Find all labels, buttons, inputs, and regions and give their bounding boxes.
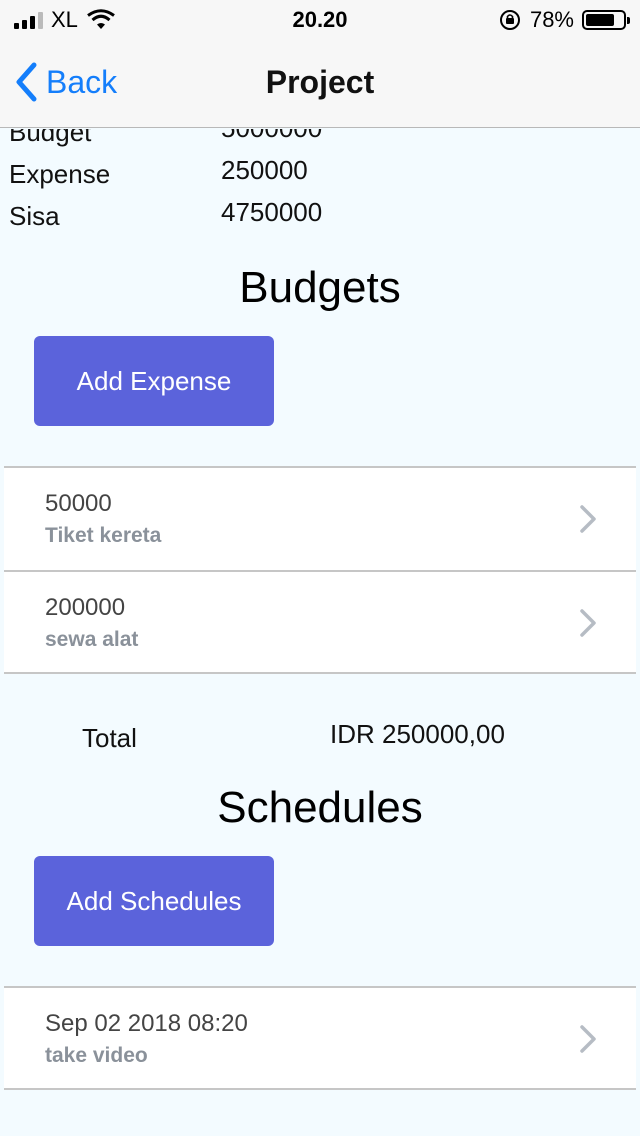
item-description: sewa alat bbox=[45, 628, 139, 651]
schedule-list: Sep 02 2018 08:20 take video bbox=[4, 986, 636, 1090]
back-label: Back bbox=[46, 63, 118, 100]
sisa-label: Sisa bbox=[9, 201, 60, 231]
sisa-value: 4750000 bbox=[221, 197, 323, 227]
battery-icon bbox=[582, 10, 630, 30]
chevron-left-icon bbox=[16, 62, 37, 102]
expense-value: 250000 bbox=[221, 155, 308, 185]
chevron-right-icon bbox=[580, 609, 596, 637]
schedules-title: Schedules bbox=[217, 783, 423, 832]
item-description: Tiket kereta bbox=[45, 524, 162, 547]
navigation-bar: Back Project bbox=[0, 40, 640, 128]
chevron-right-icon bbox=[580, 1025, 596, 1053]
budgets-title: Budgets bbox=[239, 263, 401, 312]
expense-label: Expense bbox=[9, 159, 111, 189]
chevron-right-icon bbox=[580, 505, 596, 533]
total-value: IDR 250000,00 bbox=[330, 719, 505, 749]
list-item[interactable]: 200000 sewa alat bbox=[4, 570, 636, 674]
status-bar: XL 20.20 78% bbox=[0, 0, 640, 40]
orientation-lock-icon bbox=[499, 10, 520, 30]
battery-fill bbox=[586, 14, 615, 26]
status-right: 78% bbox=[498, 7, 630, 33]
wifi-icon bbox=[87, 9, 115, 29]
scroll-content[interactable]: Budget 5000000 Expense 250000 Sisa 47500… bbox=[0, 129, 640, 1136]
budget-value: 5000000 bbox=[221, 129, 322, 144]
list-item[interactable]: Sep 02 2018 08:20 take video bbox=[4, 986, 636, 1090]
item-amount: 200000 bbox=[45, 594, 126, 621]
carrier-label: XL bbox=[51, 7, 78, 32]
item-amount: 50000 bbox=[45, 490, 112, 517]
budget-list: 50000 Tiket kereta 200000 sewa alat bbox=[4, 466, 636, 674]
add-expense-button[interactable]: Add Expense bbox=[34, 336, 274, 426]
back-button[interactable]: Back bbox=[14, 62, 117, 102]
item-description: take video bbox=[45, 1044, 148, 1067]
total-label: Total bbox=[82, 723, 137, 753]
add-schedules-button[interactable]: Add Schedules bbox=[34, 856, 274, 946]
budget-label: Budget bbox=[9, 129, 92, 147]
status-left: XL bbox=[14, 7, 116, 33]
signal-icon bbox=[14, 11, 43, 29]
item-date: Sep 02 2018 08:20 bbox=[45, 1010, 248, 1037]
battery-percent: 78% bbox=[529, 7, 574, 32]
list-item[interactable]: 50000 Tiket kereta bbox=[4, 466, 636, 570]
